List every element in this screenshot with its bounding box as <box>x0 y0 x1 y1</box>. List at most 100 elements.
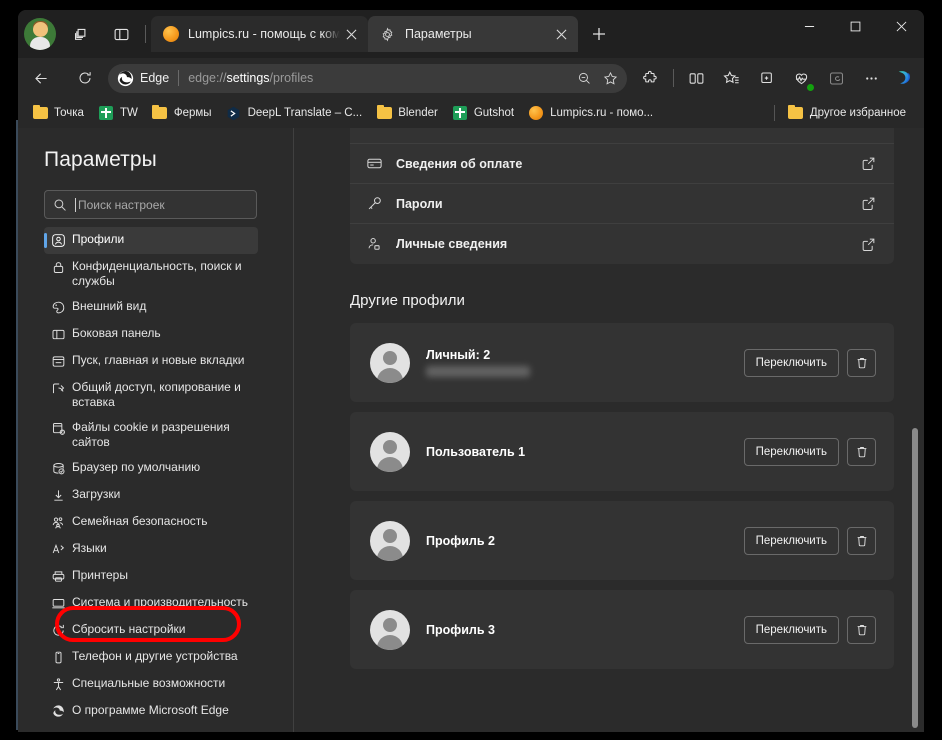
bookmark-item[interactable]: Фермы <box>146 102 218 125</box>
sidebar-item-label: Загрузки <box>72 487 121 501</box>
trash-icon[interactable] <box>847 437 876 466</box>
trash-icon[interactable] <box>847 526 876 555</box>
switch-profile-button[interactable]: Переключить <box>743 526 839 555</box>
family-safety-icon <box>44 514 72 530</box>
sidebar-item-printers[interactable]: Принтеры <box>44 563 258 590</box>
settings-sidebar: Параметры Профили <box>18 128 293 732</box>
tab-strip: Lumpics.ru - помощь с компьюте Параметры <box>18 10 924 58</box>
split-screen-icon[interactable] <box>681 63 712 94</box>
system-performance-icon <box>44 595 72 611</box>
sidebar-item-default-browser[interactable]: Браузер по умолчанию <box>44 455 258 482</box>
personal-info-label: Личные сведения <box>396 237 508 251</box>
scrollbar-track[interactable] <box>912 128 921 732</box>
share-icon <box>44 380 72 396</box>
bookmark-label: Lumpics.ru - помо... <box>550 107 654 119</box>
sidebar-item-about-edge[interactable]: О программе Microsoft Edge <box>44 698 258 725</box>
passwords-row[interactable]: Пароли <box>350 184 894 224</box>
bookmark-item[interactable]: Gutshot <box>446 102 520 125</box>
window-controls <box>786 10 924 58</box>
scrollbar-thumb[interactable] <box>912 428 918 728</box>
other-profiles-title: Другие профили <box>350 292 465 309</box>
sidebar-item-reset-settings[interactable]: Сбросить настройки <box>44 617 258 644</box>
wallet-card: Кошелек безопасно сохраняет все ваши лич… <box>350 128 894 264</box>
search-settings-box[interactable] <box>44 190 257 219</box>
bookmark-item[interactable]: DeepL Translate – C... <box>220 102 369 125</box>
sidebar-item-downloads[interactable]: Загрузки <box>44 482 258 509</box>
star-icon[interactable] <box>597 65 623 91</box>
open-external-icon[interactable] <box>861 237 876 252</box>
favorites-list-icon[interactable] <box>716 63 747 94</box>
sidebar-item-cookies[interactable]: Файлы cookie и разрешения сайтов <box>44 415 258 455</box>
tab-title: Lumpics.ru - помощь с компьюте <box>188 27 340 41</box>
minimize-button[interactable] <box>786 10 832 43</box>
sidebar-item-label: Сбросить настройки <box>72 622 186 636</box>
profile-email-blurred <box>426 366 530 377</box>
profile-name: Пользователь 1 <box>426 444 526 459</box>
bookmark-item[interactable]: Точка <box>26 102 90 125</box>
trash-icon[interactable] <box>847 348 876 377</box>
switch-profile-button[interactable]: Переключить <box>743 437 839 466</box>
sidebar-item-languages[interactable]: Языки <box>44 536 258 563</box>
user-avatar[interactable] <box>24 18 56 50</box>
sidebar-item-share-copy-paste[interactable]: Общий доступ, копирование и вставка <box>44 375 258 415</box>
tab-lumpics[interactable]: Lumpics.ru - помощь с компьюте <box>151 16 368 52</box>
reload-icon[interactable] <box>69 63 100 94</box>
edge-profile-icon[interactable] <box>821 63 852 94</box>
sidebar-item-appearance[interactable]: Внешний вид <box>44 294 258 321</box>
orange-favicon <box>162 26 179 43</box>
sidebar-item-profiles[interactable]: Профили <box>44 227 258 254</box>
sidebar-item-sidebar[interactable]: Боковая панель <box>44 321 258 348</box>
zoom-out-icon[interactable] <box>571 65 597 91</box>
url-suffix: /profiles <box>269 71 314 85</box>
copilot-icon[interactable] <box>891 65 918 92</box>
page-title: Параметры <box>44 148 157 171</box>
sidebar-item-start-home[interactable]: Пуск, главная и новые вкладки <box>44 348 258 375</box>
profile-texts: Профиль 2 <box>426 534 744 548</box>
switch-profile-button[interactable]: Переключить <box>743 348 839 377</box>
tab-settings[interactable]: Параметры <box>368 16 578 52</box>
switch-profile-button[interactable]: Переключить <box>743 615 839 644</box>
bookmark-item[interactable]: Blender <box>370 102 444 125</box>
bookmark-item[interactable]: TW <box>92 102 144 125</box>
search-input[interactable] <box>75 197 248 212</box>
personal-info-row[interactable]: Личные сведения <box>350 224 894 264</box>
profile-name: Профиль 3 <box>426 622 495 637</box>
new-tab-button[interactable] <box>584 19 614 49</box>
sidebar-item-phone-devices[interactable]: Телефон и другие устройства <box>44 644 258 671</box>
sidebar-item-accessibility[interactable]: Специальные возможности <box>44 671 258 698</box>
payment-info-row[interactable]: Сведения об оплате <box>350 144 894 184</box>
sidebar-item-label: Принтеры <box>72 568 128 582</box>
close-icon[interactable] <box>550 23 572 45</box>
close-button[interactable] <box>878 10 924 43</box>
bookmark-item[interactable]: Lumpics.ru - помо... <box>522 102 659 125</box>
bookmark-other-favorites[interactable]: Другое избранное <box>782 102 912 125</box>
address-bar[interactable]: Edge edge://settings/profiles <box>108 63 627 93</box>
more-options-icon[interactable] <box>856 63 887 94</box>
split-screen-icon[interactable] <box>104 17 138 51</box>
sidebar-item-privacy[interactable]: Конфиденциальность, поиск и службы <box>44 254 258 294</box>
extensions-puzzle-icon[interactable] <box>635 63 666 94</box>
gutshot-icon <box>452 105 468 121</box>
bookmark-label: Blender <box>398 107 438 119</box>
person-info-icon <box>366 236 396 253</box>
default-browser-icon <box>44 460 72 476</box>
maximize-button[interactable] <box>832 10 878 43</box>
sidebar-item-family-safety[interactable]: Семейная безопасность <box>44 509 258 536</box>
tab-search-icon[interactable] <box>64 17 98 51</box>
sidebar-item-system-performance[interactable]: Система и производительность <box>44 590 258 617</box>
gutshot-icon <box>98 105 114 121</box>
open-external-icon[interactable] <box>861 196 876 211</box>
browser-essentials-icon[interactable] <box>786 63 817 94</box>
open-external-icon[interactable] <box>861 156 876 171</box>
payment-info-label: Сведения об оплате <box>396 156 523 171</box>
collections-icon[interactable] <box>751 63 782 94</box>
languages-icon <box>44 541 72 557</box>
sidebar-item-label: Пуск, главная и новые вкладки <box>72 353 245 367</box>
wallet-row: Кошелек безопасно сохраняет все ваши лич… <box>350 128 894 144</box>
trash-icon[interactable] <box>847 615 876 644</box>
close-icon[interactable] <box>340 23 362 45</box>
edge-about-icon <box>44 703 72 719</box>
back-arrow-icon[interactable] <box>26 63 57 94</box>
navigation-bar: Edge edge://settings/profiles <box>18 58 924 98</box>
orange-icon <box>528 105 544 121</box>
